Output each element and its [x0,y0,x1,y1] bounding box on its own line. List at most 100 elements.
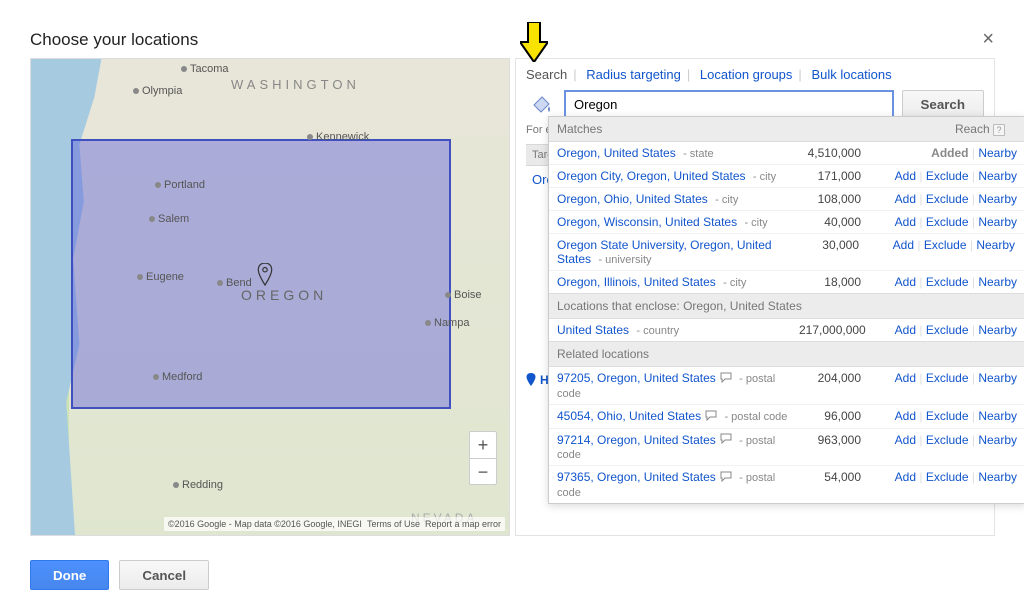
suggestion-actions: Add | Exclude | Nearby [877,323,1017,337]
city-label: Medford [153,371,202,383]
suggestion-reach: 171,000 [799,169,877,183]
added-label: Added [931,146,968,160]
suggestion-name[interactable]: Oregon, Illinois, United States [557,275,716,289]
suggestion-actions: Add | Exclude | Nearby [877,215,1017,229]
help-icon[interactable]: ? [993,124,1005,136]
suggestion-name[interactable]: Oregon, Wisconsin, United States [557,215,737,229]
add-link[interactable]: Add [895,470,916,484]
tab-location-groups[interactable]: Location groups [700,67,793,82]
add-link[interactable]: Add [893,238,914,252]
pin-small-icon [526,373,536,387]
city-label: Salem [149,213,189,225]
suggestion-row: Oregon, Illinois, United States - city18… [549,271,1024,293]
nearby-link[interactable]: Nearby [978,215,1017,229]
suggestion-actions: Add | Exclude | Nearby [875,238,1015,252]
suggestion-reach: 217,000,000 [799,323,877,337]
exclude-link[interactable]: Exclude [926,433,969,447]
suggestion-reach: 4,510,000 [799,146,877,160]
suggestion-name[interactable]: Oregon, Ohio, United States [557,192,708,206]
zoom-out-button[interactable]: − [470,458,496,484]
map-terms-link[interactable]: Terms of Use [367,519,420,529]
tab-radius-targeting[interactable]: Radius targeting [586,67,681,82]
add-link[interactable]: Add [895,215,916,229]
nearby-link[interactable]: Nearby [978,275,1017,289]
city-label: Portland [155,179,205,191]
suggestion-name[interactable]: Oregon City, Oregon, United States [557,169,746,183]
suggestion-actions: Add | Exclude | Nearby [877,371,1017,385]
page-title: Choose your locations [30,30,198,50]
tab-bulk-locations[interactable]: Bulk locations [811,67,891,82]
suggestion-name[interactable]: 97214, Oregon, United States [557,433,716,447]
location-search-input[interactable] [564,90,894,118]
suggestion-row: Oregon, United States - state4,510,000Ad… [549,142,1024,165]
nearby-link[interactable]: Nearby [978,169,1017,183]
nearby-link[interactable]: Nearby [978,146,1017,160]
exclude-link[interactable]: Exclude [926,192,969,206]
suggestion-actions: Add | Exclude | Nearby [877,192,1017,206]
nearby-link[interactable]: Nearby [976,238,1015,252]
exclude-link[interactable]: Exclude [926,275,969,289]
done-button[interactable]: Done [30,560,109,590]
suggestion-row: 97205, Oregon, United States - postal co… [549,367,1024,405]
suggestion-name[interactable]: 97365, Oregon, United States [557,470,716,484]
exclude-link[interactable]: Exclude [926,169,969,183]
nearby-link[interactable]: Nearby [978,470,1017,484]
add-link[interactable]: Add [895,169,916,183]
nearby-link[interactable]: Nearby [978,323,1017,337]
zoom-in-button[interactable]: + [470,432,496,458]
nearby-link[interactable]: Nearby [978,192,1017,206]
cancel-button[interactable]: Cancel [119,560,209,590]
speech-bubble-icon [720,471,732,485]
map-report-link[interactable]: Report a map error [425,519,501,529]
tab-search[interactable]: Search [526,67,567,82]
exclude-link[interactable]: Exclude [926,470,969,484]
map-canvas[interactable]: WASHINGTON OREGON NEVADA TacomaOlympiaKe… [30,58,510,536]
callout-arrow-icon [520,22,548,65]
city-label: Boise [445,289,482,301]
dropdown-related-header: Related locations [549,341,1024,367]
nearby-link[interactable]: Nearby [978,433,1017,447]
suggestion-kind: - state [683,148,714,160]
map-label-oregon: OREGON [241,287,327,303]
exclude-link[interactable]: Exclude [926,409,969,423]
suggestion-row: Oregon City, Oregon, United States - cit… [549,165,1024,188]
suggestion-row: Oregon State University, Oregon, United … [549,234,1024,271]
suggestion-actions: Add | Exclude | Nearby [877,169,1017,183]
city-label: Nampa [425,317,469,329]
location-suggestions-dropdown: Matches Reach ? Oregon, United States - … [548,116,1024,504]
suggestion-reach: 96,000 [799,409,877,423]
exclude-link[interactable]: Exclude [926,323,969,337]
exclude-link[interactable]: Exclude [926,215,969,229]
search-button[interactable]: Search [902,90,984,118]
city-label: Eugene [137,271,184,283]
nearby-link[interactable]: Nearby [978,371,1017,385]
close-icon[interactable]: × [982,28,994,51]
suggestion-name[interactable]: Oregon, United States [557,146,676,160]
add-link[interactable]: Add [895,192,916,206]
speech-bubble-icon [720,433,732,447]
suggestion-name[interactable]: Oregon State University, Oregon, United … [557,238,772,266]
city-label: Tacoma [181,63,229,75]
suggestion-kind: - postal code [724,411,787,423]
add-link[interactable]: Add [895,433,916,447]
suggestion-name[interactable]: 97205, Oregon, United States [557,371,716,385]
suggestion-actions: Added | Nearby [877,146,1017,160]
add-link[interactable]: Add [895,323,916,337]
suggestion-name[interactable]: United States [557,323,629,337]
exclude-link[interactable]: Exclude [924,238,967,252]
add-link[interactable]: Add [895,409,916,423]
city-label: Kennewick [307,131,369,143]
suggestion-row: 45054, Ohio, United States - postal code… [549,405,1024,429]
suggestion-row: 97365, Oregon, United States - postal co… [549,466,1024,503]
add-link[interactable]: Add [895,275,916,289]
suggestion-kind: - city [753,171,776,183]
suggestion-row: Oregon, Wisconsin, United States - city4… [549,211,1024,234]
exclude-link[interactable]: Exclude [926,371,969,385]
suggestion-name[interactable]: 45054, Ohio, United States [557,409,701,423]
nearby-link[interactable]: Nearby [978,409,1017,423]
suggestion-reach: 963,000 [799,433,877,447]
add-link[interactable]: Add [895,371,916,385]
paint-bucket-icon[interactable] [526,90,556,118]
panel-tabs: Search| Radius targeting| Location group… [526,67,984,82]
speech-bubble-icon [705,410,717,424]
